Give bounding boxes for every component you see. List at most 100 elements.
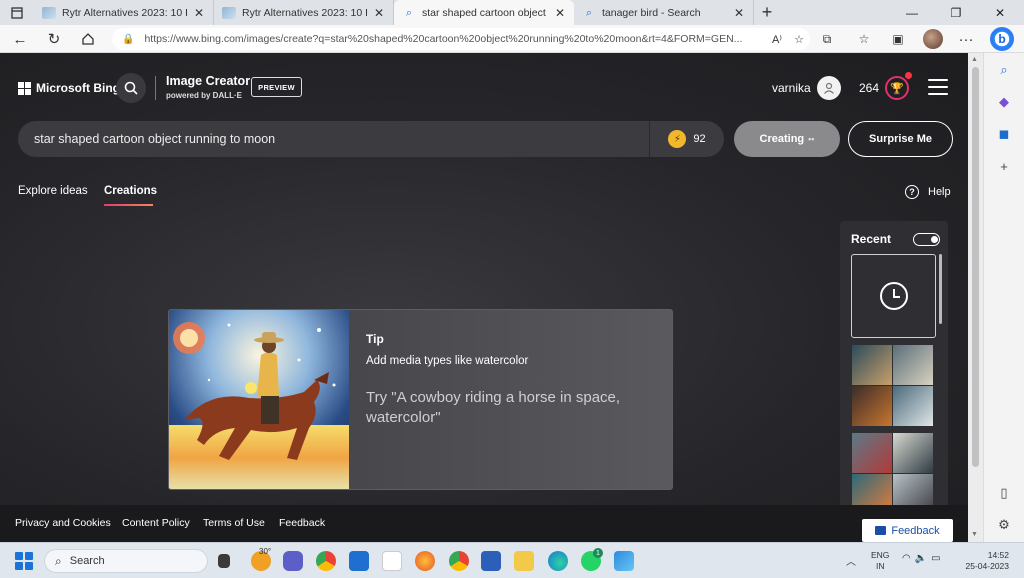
brand-name: Microsoft Bing — [36, 81, 120, 95]
sidebar-settings-gear-icon[interactable]: ⚙ — [994, 515, 1014, 535]
close-tab-icon[interactable]: ✕ — [552, 6, 568, 20]
taskbar-search-box[interactable]: ⌕ Search — [44, 549, 208, 573]
terms-of-use-link[interactable]: Terms of Use — [203, 517, 265, 529]
content-policy-link[interactable]: Content Policy — [122, 517, 190, 529]
page-scrollbar[interactable]: ▲ ▼ — [968, 53, 983, 542]
prompt-input-box[interactable]: star shaped cartoon object running to mo… — [18, 121, 724, 157]
windows-start-icon[interactable] — [15, 552, 33, 570]
teams-chat-icon[interactable] — [283, 551, 303, 571]
surprise-me-button[interactable]: Surprise Me — [848, 121, 953, 157]
search-icon: ⌕ — [55, 553, 62, 568]
new-tab-button[interactable]: + — [754, 0, 780, 25]
collections-button[interactable]: ▣ — [886, 28, 910, 50]
minimize-button[interactable]: — — [890, 0, 934, 25]
username[interactable]: varnika — [772, 81, 811, 95]
product-title[interactable]: Image Creator — [166, 74, 250, 88]
amazon-icon[interactable] — [382, 551, 402, 571]
scroll-up-arrow-icon[interactable]: ▲ — [971, 56, 978, 63]
photos-icon[interactable] — [614, 551, 634, 571]
pending-creation-slot[interactable] — [851, 254, 936, 338]
browser-tab-3-active[interactable]: ⌕ star shaped cartoon object runni ✕ — [394, 0, 574, 25]
prompt-input[interactable]: star shaped cartoon object running to mo… — [34, 132, 649, 146]
tab-actions-button[interactable] — [0, 0, 34, 25]
back-button[interactable]: ← — [8, 28, 32, 50]
weather-temperature: 30° — [259, 547, 272, 556]
hamburger-menu-icon[interactable] — [928, 79, 948, 95]
scrollbar-thumb[interactable] — [972, 67, 979, 467]
windows-taskbar: ⌕ Search 30° 1 ︿ ENG IN ◠🔈▭ 14:52 25-04-… — [0, 542, 1024, 578]
recent-creation-thumbnail-2[interactable] — [852, 433, 933, 514]
region-code: IN — [875, 561, 885, 571]
edge-icon[interactable] — [548, 551, 568, 571]
browser-tab-2[interactable]: Rytr Alternatives 2023: 10 Rytr.M ✕ — [214, 0, 394, 25]
microsoft-bing-logo[interactable]: Microsoft Bing — [18, 81, 120, 95]
extensions-button[interactable]: ⧉ — [815, 28, 839, 50]
sidebar-outlook-icon[interactable]: ◼ — [994, 124, 1014, 144]
add-favorite-icon[interactable]: ☆ — [788, 33, 810, 46]
bing-copilot-icon[interactable]: b — [990, 27, 1014, 51]
close-tab-icon[interactable]: ✕ — [371, 6, 387, 20]
back-arrow-icon: ← — [12, 30, 28, 48]
feedback-link[interactable]: Feedback — [279, 517, 325, 529]
recent-panel: Recent — [840, 221, 948, 542]
favorites-button[interactable]: ☆ — [852, 28, 876, 50]
task-view-icon[interactable] — [218, 554, 230, 568]
user-avatar[interactable] — [817, 76, 841, 100]
tip-example-prompt[interactable]: Try "A cowboy riding a horse in space, w… — [366, 388, 656, 428]
tab-title: tanager bird - Search — [602, 6, 701, 19]
product-subtitle: powered by DALL·E — [166, 91, 243, 100]
privacy-cookies-link[interactable]: Privacy and Cookies — [15, 517, 111, 529]
home-button[interactable] — [76, 28, 100, 50]
recent-creation-thumbnail-1[interactable] — [852, 345, 933, 426]
scroll-down-arrow-icon[interactable]: ▼ — [971, 531, 978, 538]
microsoft-store-icon[interactable] — [349, 551, 369, 571]
person-icon — [824, 82, 834, 94]
close-tab-icon[interactable]: ✕ — [731, 6, 747, 20]
read-aloud-icon[interactable]: A⁾ — [766, 33, 788, 46]
close-tab-icon[interactable]: ✕ — [191, 6, 207, 20]
recent-toggle-switch[interactable] — [913, 233, 940, 246]
address-bar[interactable]: 🔒 https://www.bing.com/images/create?q=s… — [112, 28, 810, 50]
file-explorer-icon[interactable] — [514, 551, 534, 571]
favorites-star-icon: ☆ — [858, 32, 870, 46]
settings-more-button[interactable]: ··· — [954, 28, 978, 50]
sidebar-tools-icon[interactable]: ◆ — [994, 92, 1014, 112]
restore-button[interactable]: ❐ — [934, 0, 978, 25]
refresh-button[interactable]: ↻ — [42, 28, 66, 50]
wifi-volume-battery-icon[interactable]: ◠🔈▭ — [902, 553, 945, 564]
browser-tab-1[interactable]: Rytr Alternatives 2023: 10 Rytr.M ✕ — [34, 0, 214, 25]
close-window-button[interactable]: ✕ — [978, 0, 1022, 25]
clock-date: 25-04-2023 — [965, 561, 1009, 571]
show-hidden-icons-chevron-icon[interactable]: ︿ — [846, 553, 856, 568]
chrome-icon[interactable] — [316, 551, 336, 571]
sidebar-add-icon[interactable]: + — [994, 156, 1014, 176]
header-divider — [155, 76, 156, 100]
chrome-profile-icon[interactable] — [449, 551, 469, 571]
preview-badge: PREVIEW — [251, 77, 302, 97]
address-url[interactable]: https://www.bing.com/images/create?q=sta… — [144, 33, 766, 45]
tab-explore-ideas[interactable]: Explore ideas — [18, 185, 88, 197]
clock-icon — [879, 282, 908, 310]
feedback-button-label: Feedback — [891, 524, 940, 537]
help-link[interactable]: Help — [928, 186, 951, 198]
sidebar-search-icon[interactable]: ⌕ — [994, 60, 1014, 80]
rewards-trophy-icon[interactable]: 🏆 — [885, 76, 909, 100]
system-clock[interactable]: 14:52 25-04-2023 — [963, 550, 1009, 572]
browser-tab-4[interactable]: ⌕ tanager bird - Search ✕ — [574, 0, 754, 25]
search-button[interactable] — [116, 73, 146, 103]
rewards-points[interactable]: 264 — [859, 81, 879, 95]
recent-scrollbar[interactable] — [939, 254, 942, 324]
help-question-icon[interactable]: ? — [905, 185, 919, 199]
creating-button[interactable]: Creating •• — [734, 121, 840, 157]
feedback-button[interactable]: Feedback — [862, 519, 953, 542]
word-icon[interactable] — [481, 551, 501, 571]
tab-creations[interactable]: Creations — [104, 185, 157, 197]
notification-dot — [905, 72, 912, 79]
language-indicator[interactable]: ENG IN — [871, 550, 889, 572]
boosts-counter[interactable]: ⚡ 92 — [650, 130, 724, 148]
creating-label: Creating — [759, 133, 805, 145]
firefox-icon[interactable] — [415, 551, 435, 571]
sidebar-hide-icon[interactable]: ▯ — [994, 483, 1014, 503]
profile-avatar[interactable] — [923, 29, 943, 49]
taskbar-search-placeholder: Search — [69, 555, 105, 567]
